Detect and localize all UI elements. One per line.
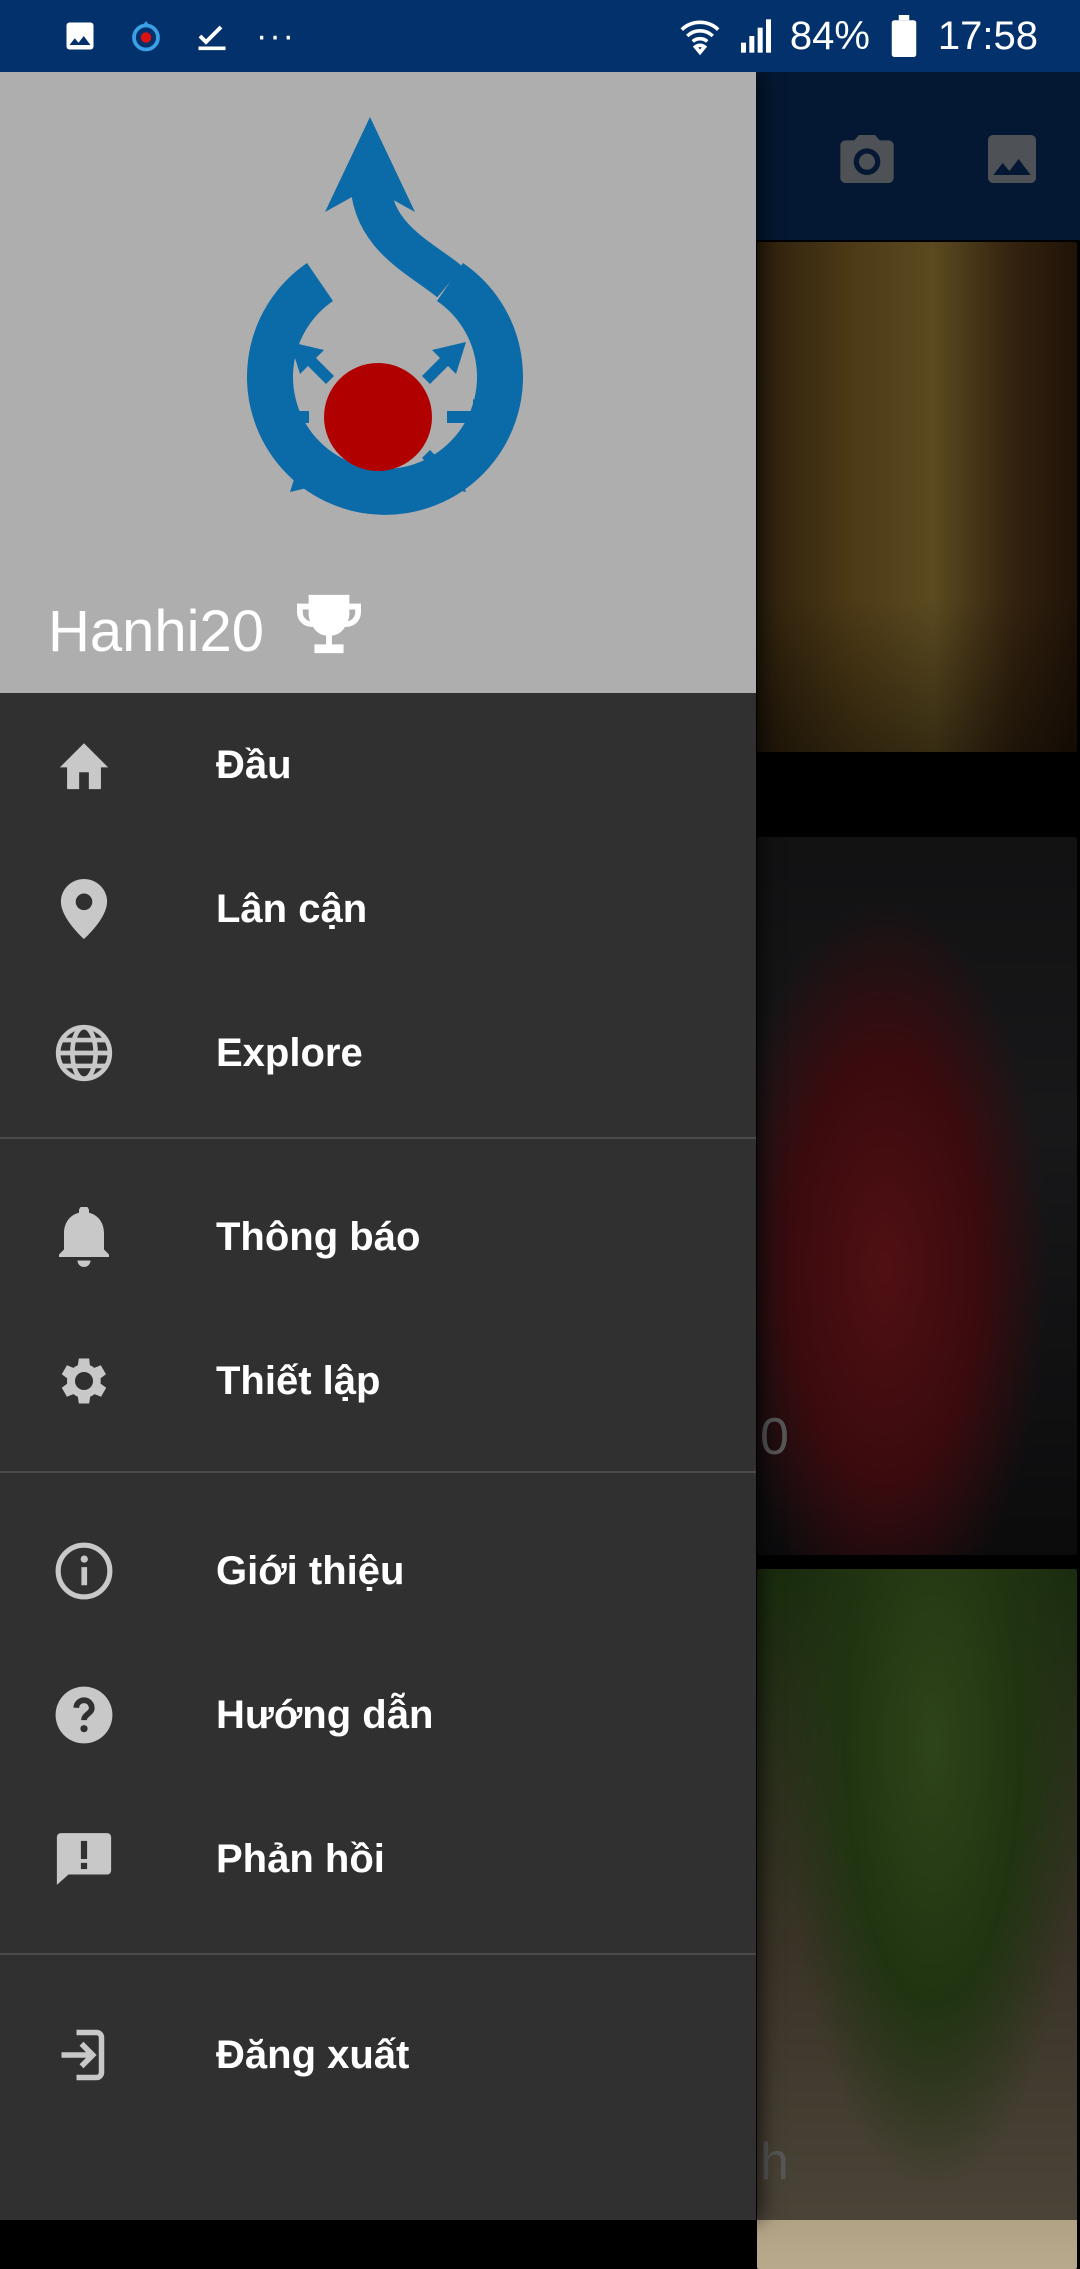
drawer-header: Hanhi20 [0, 72, 756, 693]
drawer-item-label: Hướng dẫn [216, 1692, 434, 1737]
drawer-item-notifications[interactable]: Thông báo [0, 1165, 756, 1309]
drawer-item-label: Đầu [216, 742, 292, 787]
drawer-item-logout[interactable]: Đăng xuất [0, 1983, 756, 2127]
location-pin-icon [52, 877, 116, 941]
clock: 17:58 [937, 13, 1038, 58]
drawer-item-label: Lân cận [216, 886, 368, 931]
drawer-item-label: Explore [216, 1030, 363, 1075]
drawer-section-settings: Thông báo Thiết lập [0, 1165, 756, 1453]
drawer-section-main: Đầu Lân cận Explore [0, 693, 756, 1125]
help-icon [52, 1683, 116, 1747]
drawer-item-label: Phản hồi [216, 1836, 385, 1881]
battery-percentage: 84% [789, 13, 870, 58]
drawer-section-account: Đăng xuất [0, 1983, 756, 2127]
drawer-item-label: Thông báo [216, 1214, 421, 1259]
globe-icon [52, 1021, 116, 1085]
divider [0, 1137, 756, 1139]
wikimedia-commons-logo [247, 117, 523, 515]
drawer-item-label: Giới thiệu [216, 1548, 405, 1593]
drawer-item-label: Thiết lập [216, 1358, 381, 1403]
check-icon [190, 14, 234, 58]
wifi-icon [678, 14, 722, 58]
bell-icon [52, 1205, 116, 1269]
gear-icon [52, 1349, 116, 1413]
info-icon [52, 1539, 116, 1603]
user-info[interactable]: Hanhi20 [48, 592, 368, 670]
drawer-item-label: Đăng xuất [216, 2032, 410, 2077]
status-bar: ··· 84% 17:58 [0, 0, 1080, 72]
logout-icon [52, 2023, 116, 2087]
drawer-item-about[interactable]: Giới thiệu [0, 1499, 756, 1643]
gallery-icon [58, 14, 102, 58]
drawer-item-feedback[interactable]: Phản hồi [0, 1787, 756, 1931]
drawer-item-home[interactable]: Đầu [0, 693, 756, 837]
location-icon [124, 14, 168, 58]
navigation-drawer: Hanhi20 Đầu Lân cận Explore Thông báo Th… [0, 72, 756, 2220]
drawer-item-nearby[interactable]: Lân cận [0, 837, 756, 981]
divider [0, 1471, 756, 1473]
home-icon [52, 733, 116, 797]
feedback-icon [52, 1827, 116, 1891]
drawer-section-help: Giới thiệu Hướng dẫn Phản hồi [0, 1499, 756, 1931]
trophy-icon[interactable] [290, 592, 368, 670]
more-dots: ··· [256, 16, 296, 55]
drawer-item-explore[interactable]: Explore [0, 981, 756, 1125]
signal-icon [734, 14, 778, 58]
username: Hanhi20 [48, 598, 265, 664]
battery-icon [882, 14, 926, 58]
divider [0, 1953, 756, 1955]
drawer-item-tutorial[interactable]: Hướng dẫn [0, 1643, 756, 1787]
drawer-item-settings[interactable]: Thiết lập [0, 1309, 756, 1453]
